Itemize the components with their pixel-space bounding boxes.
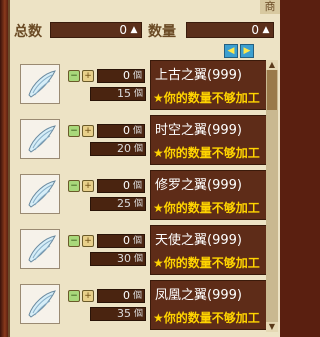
scroll-down-icon[interactable]: ▼ xyxy=(266,322,278,332)
item-name: 天使之翼(999) xyxy=(155,233,242,248)
stock-count: 30 個 xyxy=(90,252,146,266)
stock-count: 20 個 xyxy=(90,142,146,156)
stock-unit: 個 xyxy=(133,309,143,319)
total-label: 总数 xyxy=(14,24,42,40)
item-list-scrollbar[interactable]: ▲ ▼ xyxy=(266,60,278,332)
insufficient-warning: ★你的数量不够加工 xyxy=(153,146,260,160)
quantity-value: 0 xyxy=(123,69,130,82)
stock-unit: 個 xyxy=(133,89,143,99)
decrease-button[interactable]: − xyxy=(68,70,80,82)
summary-bar: 总数 0 ▲ 数量 0 ▲ xyxy=(14,20,274,40)
item-row: − + 0 個 30 個 天使之翼(999) ★你的数量不够加工 xyxy=(20,225,268,277)
wing-icon xyxy=(28,290,56,318)
item-name: 凤凰之翼(999) xyxy=(155,288,242,303)
item-name: 上古之翼(999) xyxy=(155,68,242,83)
item-row: − + 0 個 25 個 修罗之翼(999) ★你的数量不够加工 xyxy=(20,170,268,222)
quantity-value: 0 xyxy=(123,234,130,247)
stock-unit: 個 xyxy=(133,144,143,154)
decrease-button[interactable]: − xyxy=(68,180,80,192)
total-field[interactable]: 0 ▲ xyxy=(50,22,142,38)
quantity-unit: 個 xyxy=(132,236,142,246)
insufficient-warning: ★你的数量不够加工 xyxy=(153,311,260,325)
increase-button[interactable]: + xyxy=(82,290,94,302)
quantity-input[interactable]: 0 個 xyxy=(97,124,145,138)
item-slot[interactable] xyxy=(20,119,60,159)
item-info-box: 上古之翼(999) ★你的数量不够加工 xyxy=(150,60,268,110)
scroll-thumb[interactable] xyxy=(267,70,277,110)
stock-count: 35 個 xyxy=(90,307,146,321)
quantity-unit: 個 xyxy=(132,126,142,136)
wing-icon xyxy=(28,125,56,153)
stock-value: 20 xyxy=(117,142,131,155)
crafting-panel: 商 总数 0 ▲ 数量 0 ▲ ◀ ▶ − + 0 個 15 個 上古之翼(99… xyxy=(8,0,280,337)
scroll-up-icon[interactable]: ▲ xyxy=(266,60,278,70)
decrease-button[interactable]: − xyxy=(68,125,80,137)
total-arrow-icon[interactable]: ▲ xyxy=(129,24,139,36)
quantity-value: 0 xyxy=(123,289,130,302)
item-info-box: 凤凰之翼(999) ★你的数量不够加工 xyxy=(150,280,268,330)
quantity-unit: 個 xyxy=(132,181,142,191)
total-value: 0 xyxy=(119,23,127,37)
quantity-unit: 個 xyxy=(132,291,142,301)
item-name: 时空之翼(999) xyxy=(155,123,242,138)
stock-value: 35 xyxy=(117,307,131,320)
insufficient-warning: ★你的数量不够加工 xyxy=(153,201,260,215)
stock-unit: 個 xyxy=(133,254,143,264)
item-slot[interactable] xyxy=(20,64,60,104)
stock-unit: 個 xyxy=(133,199,143,209)
quantity-value: 0 xyxy=(123,179,130,192)
decrease-button[interactable]: − xyxy=(68,235,80,247)
window-left-border xyxy=(0,0,8,337)
page-next-button[interactable]: ▶ xyxy=(240,44,254,58)
insufficient-warning: ★你的数量不够加工 xyxy=(153,256,260,270)
item-slot[interactable] xyxy=(20,174,60,214)
quantity-input[interactable]: 0 個 xyxy=(97,234,145,248)
quantity-value: 0 xyxy=(123,124,130,137)
panel-tab[interactable]: 商 xyxy=(260,0,280,14)
wing-icon xyxy=(28,70,56,98)
stock-value: 30 xyxy=(117,252,131,265)
increase-button[interactable]: + xyxy=(82,180,94,192)
increase-button[interactable]: + xyxy=(82,235,94,247)
wing-icon xyxy=(28,180,56,208)
decrease-button[interactable]: − xyxy=(68,290,80,302)
stock-value: 25 xyxy=(117,197,131,210)
item-row: − + 0 個 15 個 上古之翼(999) ★你的数量不够加工 xyxy=(20,60,268,112)
stock-count: 15 個 xyxy=(90,87,146,101)
item-info-box: 修罗之翼(999) ★你的数量不够加工 xyxy=(150,170,268,220)
insufficient-warning: ★你的数量不够加工 xyxy=(153,91,260,105)
quantity-field[interactable]: 0 ▲ xyxy=(186,22,274,38)
quantity-unit: 個 xyxy=(132,71,142,81)
increase-button[interactable]: + xyxy=(82,125,94,137)
item-info-box: 时空之翼(999) ★你的数量不够加工 xyxy=(150,115,268,165)
stock-count: 25 個 xyxy=(90,197,146,211)
quantity-input[interactable]: 0 個 xyxy=(97,69,145,83)
increase-button[interactable]: + xyxy=(82,70,94,82)
wing-icon xyxy=(28,235,56,263)
quantity-label: 数量 xyxy=(148,24,176,40)
quantity-input[interactable]: 0 個 xyxy=(97,179,145,193)
item-name: 修罗之翼(999) xyxy=(155,178,242,193)
quantity-value: 0 xyxy=(251,23,259,37)
item-slot[interactable] xyxy=(20,284,60,324)
page-prev-button[interactable]: ◀ xyxy=(224,44,238,58)
item-row: − + 0 個 35 個 凤凰之翼(999) ★你的数量不够加工 xyxy=(20,280,268,332)
quantity-arrow-icon[interactable]: ▲ xyxy=(261,24,271,36)
item-info-box: 天使之翼(999) ★你的数量不够加工 xyxy=(150,225,268,275)
stock-value: 15 xyxy=(117,87,131,100)
quantity-input[interactable]: 0 個 xyxy=(97,289,145,303)
item-row: − + 0 個 20 個 时空之翼(999) ★你的数量不够加工 xyxy=(20,115,268,167)
item-slot[interactable] xyxy=(20,229,60,269)
